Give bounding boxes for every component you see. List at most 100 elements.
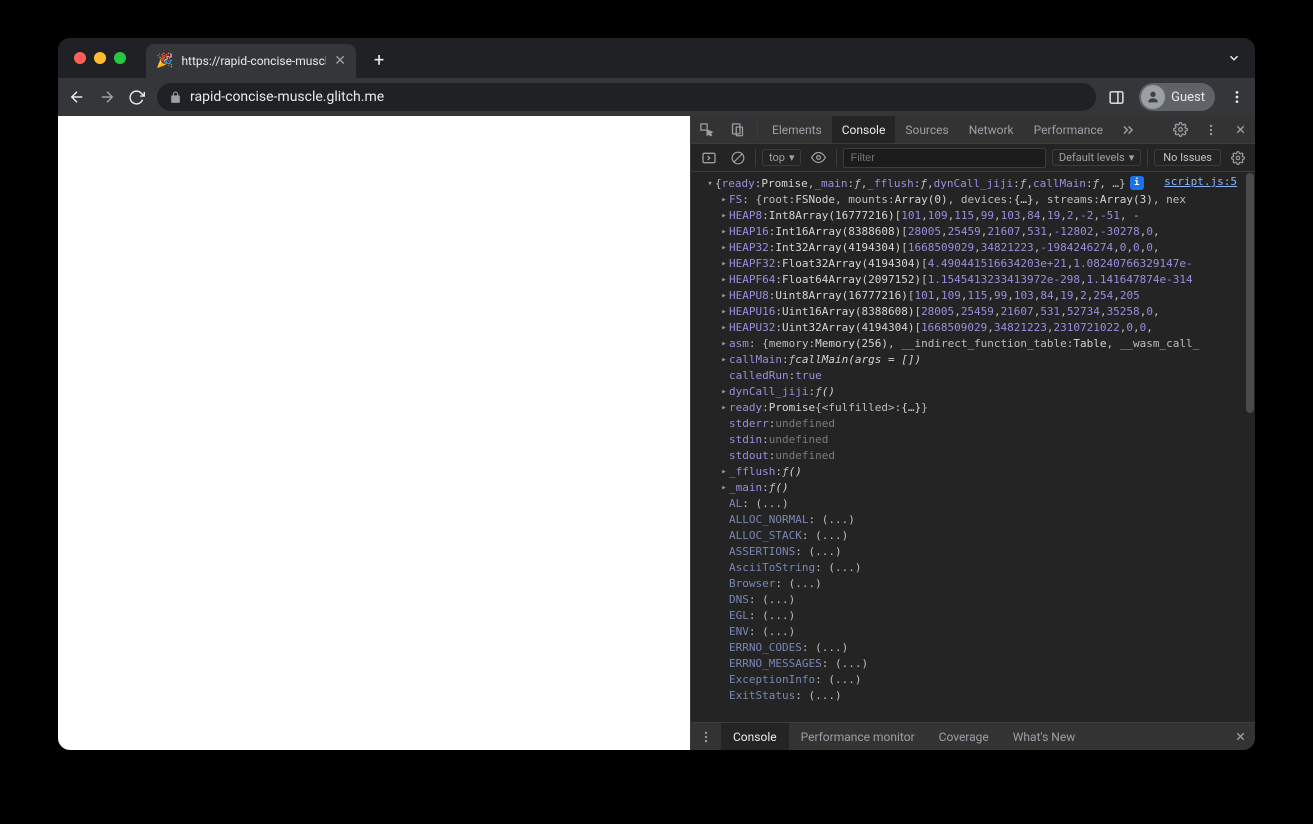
expand-toggle[interactable]: ▸ bbox=[719, 320, 729, 336]
console-object-summary[interactable]: ▾{ready: Promise, _main: ƒ, _fflush: ƒ, … bbox=[695, 176, 1245, 192]
expand-toggle[interactable]: ▸ bbox=[719, 224, 729, 240]
console-property-row[interactable]: ▸HEAPF32: Float32Array(4194304) [4.49044… bbox=[695, 256, 1245, 272]
close-devtools-button[interactable] bbox=[1226, 116, 1255, 143]
console-settings-button[interactable] bbox=[1227, 151, 1249, 165]
settings-button[interactable] bbox=[1165, 116, 1196, 143]
console-property-row[interactable]: ALLOC_NORMAL: (...) bbox=[695, 512, 1245, 528]
console-property-row[interactable]: ▸HEAPU16: Uint16Array(8388608) [28005, 2… bbox=[695, 304, 1245, 320]
expand-toggle[interactable]: ▸ bbox=[719, 272, 729, 288]
close-window-button[interactable] bbox=[74, 52, 86, 64]
live-expression-button[interactable] bbox=[807, 150, 830, 165]
console-property-row[interactable]: calledRun: true bbox=[695, 368, 1245, 384]
console-property-row[interactable]: ASSERTIONS: (...) bbox=[695, 544, 1245, 560]
console-property-row[interactable]: EGL: (...) bbox=[695, 608, 1245, 624]
console-output[interactable]: script.js:5 ▾{ready: Promise, _main: ƒ, … bbox=[691, 172, 1255, 722]
log-levels-select[interactable]: Default levels ▾ bbox=[1052, 149, 1141, 166]
expand-toggle[interactable]: ▸ bbox=[719, 400, 729, 416]
drawer-tab-coverage[interactable]: Coverage bbox=[927, 723, 1001, 750]
expand-toggle[interactable]: ▸ bbox=[719, 464, 729, 480]
close-drawer-button[interactable] bbox=[1226, 730, 1255, 743]
device-toggle-button[interactable] bbox=[722, 116, 753, 143]
expand-toggle[interactable]: ▸ bbox=[719, 352, 729, 368]
tab-bar: 🎉 https://rapid-concise-muscle.g ✕ + bbox=[58, 38, 1255, 78]
expand-toggle[interactable]: ▸ bbox=[719, 208, 729, 224]
console-property-row[interactable]: ▸HEAP16: Int16Array(8388608) [28005, 254… bbox=[695, 224, 1245, 240]
console-property-row[interactable]: ▸HEAPF64: Float64Array(2097152) [1.15454… bbox=[695, 272, 1245, 288]
devtools-menu-button[interactable] bbox=[1196, 116, 1226, 143]
scrollbar[interactable] bbox=[1245, 172, 1255, 722]
expand-toggle[interactable]: ▸ bbox=[719, 288, 729, 304]
expand-toggle[interactable]: ▸ bbox=[719, 304, 729, 320]
maximize-window-button[interactable] bbox=[114, 52, 126, 64]
console-property-row[interactable]: AL: (...) bbox=[695, 496, 1245, 512]
reload-button[interactable] bbox=[128, 89, 145, 106]
console-property-row[interactable]: ▸callMain: ƒ callMain(args = []) bbox=[695, 352, 1245, 368]
console-property-row[interactable]: ▸dynCall_jiji: ƒ () bbox=[695, 384, 1245, 400]
expand-toggle[interactable]: ▸ bbox=[719, 384, 729, 400]
expand-toggle[interactable]: ▸ bbox=[719, 480, 729, 496]
browser-window: 🎉 https://rapid-concise-muscle.g ✕ + rap… bbox=[58, 38, 1255, 750]
console-property-row[interactable]: stderr: undefined bbox=[695, 416, 1245, 432]
devtools-tab-performance[interactable]: Performance bbox=[1024, 116, 1113, 143]
expand-toggle[interactable]: ▸ bbox=[719, 192, 729, 208]
expand-toggle[interactable]: ▸ bbox=[719, 240, 729, 256]
expand-toggle[interactable]: ▸ bbox=[719, 256, 729, 272]
new-tab-button[interactable]: + bbox=[374, 50, 384, 71]
devtools-tabbar: ElementsConsoleSourcesNetworkPerformance bbox=[691, 116, 1255, 144]
drawer-tab-console[interactable]: Console bbox=[721, 723, 789, 750]
devtools-tab-console[interactable]: Console bbox=[832, 116, 896, 143]
url-input[interactable]: rapid-concise-muscle.glitch.me bbox=[157, 83, 1096, 111]
console-property-row[interactable]: ▸HEAPU32: Uint32Array(4194304) [16685090… bbox=[695, 320, 1245, 336]
panel-toggle-icon[interactable] bbox=[1108, 89, 1125, 106]
devtools-tab-network[interactable]: Network bbox=[959, 116, 1024, 143]
console-property-row[interactable]: ExitStatus: (...) bbox=[695, 688, 1245, 704]
drawer-tab-what-s-new[interactable]: What's New bbox=[1001, 723, 1087, 750]
console-property-row[interactable]: DNS: (...) bbox=[695, 592, 1245, 608]
console-property-row[interactable]: ENV: (...) bbox=[695, 624, 1245, 640]
source-link[interactable]: script.js:5 bbox=[1164, 175, 1237, 188]
console-property-row[interactable]: Browser: (...) bbox=[695, 576, 1245, 592]
devtools-tab-elements[interactable]: Elements bbox=[762, 116, 832, 143]
inspect-element-button[interactable] bbox=[691, 116, 722, 143]
context-selector[interactable]: top ▾ bbox=[762, 149, 801, 166]
drawer-menu-button[interactable] bbox=[691, 730, 721, 744]
console-property-row[interactable]: ▸asm: {memory: Memory(256), __indirect_f… bbox=[695, 336, 1245, 352]
info-badge-icon[interactable]: i bbox=[1130, 176, 1144, 190]
expand-toggle[interactable]: ▾ bbox=[705, 176, 715, 192]
console-property-row[interactable]: ▸_fflush: ƒ () bbox=[695, 464, 1245, 480]
console-property-row[interactable]: ▸_main: ƒ () bbox=[695, 480, 1245, 496]
console-property-row[interactable]: AsciiToString: (...) bbox=[695, 560, 1245, 576]
tab-overflow-button[interactable] bbox=[1227, 51, 1241, 65]
console-property-row[interactable]: stdout: undefined bbox=[695, 448, 1245, 464]
drawer-tab-performance-monitor[interactable]: Performance monitor bbox=[789, 723, 927, 750]
toggle-sidebar-button[interactable] bbox=[697, 150, 721, 166]
console-property-row[interactable]: ALLOC_STACK: (...) bbox=[695, 528, 1245, 544]
browser-tab[interactable]: 🎉 https://rapid-concise-muscle.g ✕ bbox=[146, 44, 356, 78]
console-property-row[interactable]: ▸HEAP8: Int8Array(16777216) [101, 109, 1… bbox=[695, 208, 1245, 224]
console-property-row[interactable]: stdin: undefined bbox=[695, 432, 1245, 448]
console-property-row[interactable]: ERRNO_MESSAGES: (...) bbox=[695, 656, 1245, 672]
expand-toggle[interactable]: ▸ bbox=[719, 336, 729, 352]
minimize-window-button[interactable] bbox=[94, 52, 106, 64]
back-button[interactable] bbox=[68, 88, 86, 106]
console-property-row[interactable]: ▸ready: Promise {<fulfilled>: {…}} bbox=[695, 400, 1245, 416]
issues-button[interactable]: No Issues bbox=[1154, 149, 1221, 166]
forward-button[interactable] bbox=[98, 88, 116, 106]
profile-button[interactable]: Guest bbox=[1139, 83, 1215, 111]
page-viewport[interactable] bbox=[58, 116, 690, 750]
close-tab-button[interactable]: ✕ bbox=[334, 53, 346, 69]
console-property-row[interactable]: ERRNO_CODES: (...) bbox=[695, 640, 1245, 656]
scrollbar-thumb[interactable] bbox=[1246, 173, 1254, 413]
console-property-row[interactable]: ▸HEAPU8: Uint8Array(16777216) [101, 109,… bbox=[695, 288, 1245, 304]
chevron-down-icon: ▾ bbox=[1129, 151, 1135, 164]
menu-button[interactable] bbox=[1229, 89, 1245, 105]
avatar-icon bbox=[1141, 85, 1165, 109]
clear-console-button[interactable] bbox=[727, 151, 749, 165]
console-property-row[interactable]: ExceptionInfo: (...) bbox=[695, 672, 1245, 688]
console-property-row[interactable]: ▸HEAP32: Int32Array(4194304) [1668509029… bbox=[695, 240, 1245, 256]
devtools-tab-sources[interactable]: Sources bbox=[895, 116, 958, 143]
console-property-row[interactable]: ▸FS: {root: FSNode, mounts: Array(0), de… bbox=[695, 192, 1245, 208]
filter-input[interactable] bbox=[843, 148, 1045, 168]
favicon-icon: 🎉 bbox=[156, 53, 173, 69]
more-tabs-button[interactable] bbox=[1113, 116, 1143, 143]
